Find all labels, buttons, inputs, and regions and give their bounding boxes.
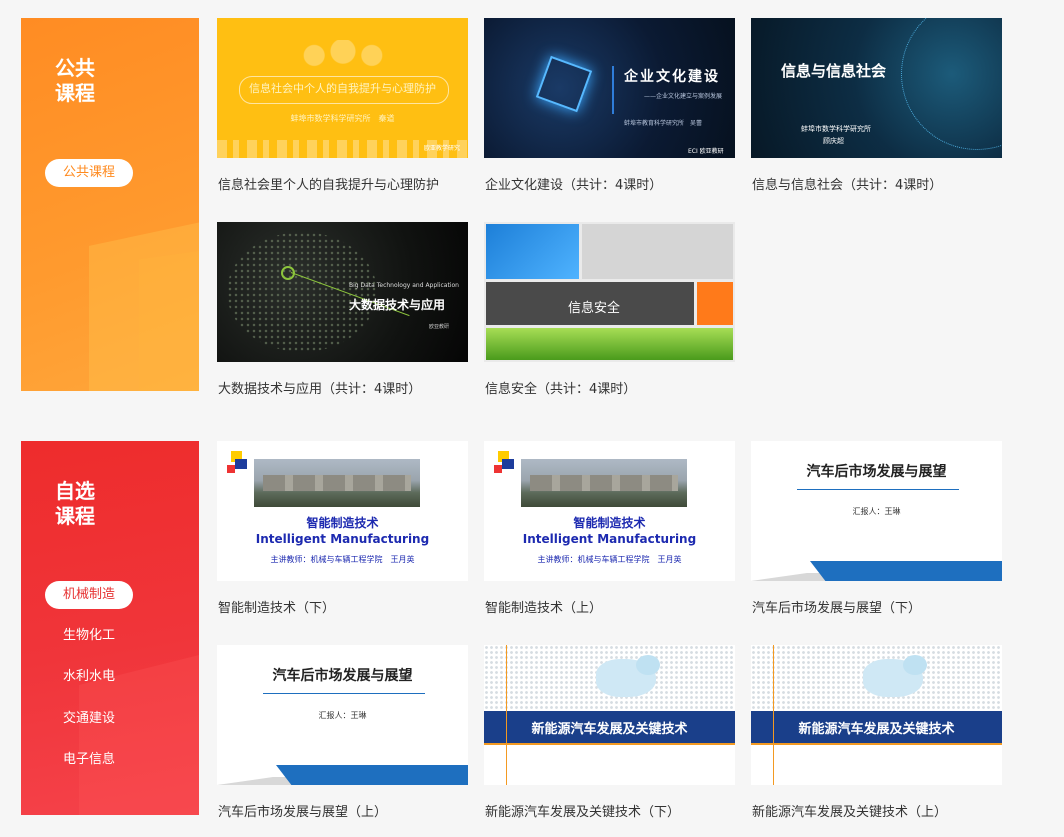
course-thumbnail[interactable]: 企业文化建设 ——企业文化建立与案例发展 蚌埠市教育科学研究所 吴蕾 ECI 欧… <box>484 18 735 158</box>
sidebar-decoration <box>139 242 199 391</box>
thumbnail-teacher: 主讲教师：机械与车辆工程学院 王月英 <box>270 555 415 564</box>
course-title[interactable]: 智能制造技术（上） <box>485 597 602 616</box>
thumbnail-title: 智能制造技术 <box>306 516 379 530</box>
course-title[interactable]: 汽车后市场发展与展望（上） <box>218 801 387 820</box>
section-title: 公共 课程 <box>55 56 115 106</box>
accent-line <box>506 645 507 785</box>
logo-mark-icon <box>227 465 235 473</box>
globe-icon <box>901 18 1002 150</box>
public-course-section: 公共 课程 公共课程 信息社会中个人的自我提升与心理防护 蚌埠市数学科学研究所 … <box>0 0 1064 410</box>
course-title[interactable]: 信息与信息社会（共计：4课时） <box>752 174 942 193</box>
accent-line <box>484 743 735 745</box>
campus-gate <box>530 475 678 491</box>
course-title[interactable]: 企业文化建设（共计：4课时） <box>485 174 662 193</box>
thumbnail-teacher: 主讲教师：机械与车辆工程学院 王月英 <box>537 555 682 564</box>
public-course-tab[interactable]: 公共课程 <box>45 159 133 187</box>
thumbnail-title: 智能制造技术 <box>573 516 646 530</box>
thumbnail-title: 信息社会中个人的自我提升与心理防护 <box>249 82 436 95</box>
title-rule <box>263 693 425 694</box>
thumbnail-logo: 欧亚教研 <box>429 324 450 330</box>
course-thumbnail[interactable]: 汽车后市场发展与展望 汇报人：王琳 <box>751 441 1002 581</box>
slide-decoration <box>751 573 831 581</box>
thumbnail-subtitle: 蚌埠市数学科学研究所 <box>801 125 871 133</box>
thumbnail-title: 企业文化建设 <box>624 69 720 85</box>
divider <box>612 66 614 114</box>
accent-line <box>751 743 1002 745</box>
course-title[interactable]: 信息安全（共计：4课时） <box>485 378 636 397</box>
slide-decoration <box>217 777 297 785</box>
map-highlight <box>903 655 927 675</box>
course-thumbnail[interactable]: 信息与信息社会 蚌埠市数学科学研究所 顾庆超 <box>751 18 1002 158</box>
thumbnail-title: 新能源汽车发展及关键技术 <box>798 722 955 737</box>
thumbnail-author: 蚌埠市教育科学研究所 吴蕾 <box>624 120 703 127</box>
course-thumbnail[interactable]: 智能制造技术 Intelligent Manufacturing 主讲教师：机械… <box>217 441 468 581</box>
course-title[interactable]: 智能制造技术（下） <box>218 597 335 616</box>
section-title-line: 课程 <box>55 504 95 528</box>
thumbnail-reporter: 汇报人：王琳 <box>852 507 901 516</box>
thumbnail-subtitle: 蚌埠市数学科学研究所 秦道 <box>290 114 395 123</box>
slide-decoration <box>276 765 468 785</box>
public-course-sidebar: 公共 课程 公共课程 <box>21 18 199 391</box>
category-tab[interactable]: 生物化工 <box>45 622 133 650</box>
course-title[interactable]: 汽车后市场发展与展望（下） <box>752 597 921 616</box>
course-thumbnail[interactable]: Big Data Technology and Application 大数据技… <box>217 222 468 362</box>
category-tab[interactable]: 电子信息 <box>45 746 133 774</box>
accent-line <box>773 645 774 785</box>
category-tab[interactable]: 交通建设 <box>45 705 133 733</box>
course-title[interactable]: 信息社会里个人的自我提升与心理防护 <box>218 174 439 193</box>
thumbnail-en-title: Intelligent Manufacturing <box>255 532 430 546</box>
thumbnail-title: 汽车后市场发展与展望 <box>806 464 947 480</box>
category-tab[interactable]: 水利水电 <box>45 663 133 691</box>
section-title-line: 自选 <box>55 479 95 503</box>
section-title-line: 课程 <box>55 81 95 105</box>
world-map-dots <box>227 232 377 352</box>
logo-mark-icon <box>235 459 247 469</box>
thumbnail-logo: ECI 欧亚教研 <box>688 148 724 155</box>
thumbnail-en-title: Intelligent Manufacturing <box>522 532 697 546</box>
chip-icon <box>535 55 593 113</box>
course-thumbnail[interactable]: 新能源汽车发展及关键技术 <box>484 645 735 785</box>
course-thumbnail[interactable]: 新能源汽车发展及关键技术 <box>751 645 1002 785</box>
people-icon <box>295 40 391 68</box>
tile-grey <box>582 224 733 279</box>
thumbnail-en-title: Big Data Technology and Application <box>349 282 459 289</box>
thumbnail-title: 信息安全 <box>568 301 621 316</box>
tile-grass <box>486 328 733 360</box>
thumbnail-logo: 欧亚教学研究 <box>423 145 460 152</box>
thumbnail-title: 新能源汽车发展及关键技术 <box>531 722 688 737</box>
course-thumbnail[interactable]: 智能制造技术 Intelligent Manufacturing 主讲教师：机械… <box>484 441 735 581</box>
section-title-line: 公共 <box>55 56 95 80</box>
map-highlight <box>636 655 660 675</box>
logo-mark-icon <box>494 465 502 473</box>
campus-gate <box>263 475 411 491</box>
tile-orange <box>697 282 733 325</box>
course-thumbnail[interactable]: 信息安全 <box>484 222 735 362</box>
elective-course-section: 自选 课程 机械制造 生物化工 水利水电 交通建设 电子信息 智能制造技术 In… <box>0 422 1064 837</box>
tile-blue <box>486 224 579 279</box>
course-thumbnail[interactable]: 信息社会中个人的自我提升与心理防护 蚌埠市数学科学研究所 秦道 欧亚教学研究 <box>217 18 468 158</box>
thumbnail-title: 大数据技术与应用 <box>349 298 446 312</box>
logo-mark-icon <box>502 459 514 469</box>
course-title[interactable]: 新能源汽车发展及关键技术（下） <box>485 801 680 820</box>
course-title[interactable]: 大数据技术与应用（共计：4课时） <box>218 378 421 397</box>
thumbnail-title: 汽车后市场发展与展望 <box>272 668 413 684</box>
thumbnail-title: 信息与信息社会 <box>781 62 887 80</box>
course-thumbnail[interactable]: 汽车后市场发展与展望 汇报人：王琳 <box>217 645 468 785</box>
course-title[interactable]: 新能源汽车发展及关键技术（上） <box>752 801 947 820</box>
slide-decoration <box>810 561 1002 581</box>
section-title: 自选 课程 <box>55 479 115 529</box>
thumbnail-reporter: 汇报人：王琳 <box>318 711 367 720</box>
thumbnail-subtitle: ——企业文化建立与案例发展 <box>644 93 723 100</box>
title-rule <box>797 489 959 490</box>
thumbnail-author: 顾庆超 <box>823 137 844 145</box>
elective-course-sidebar: 自选 课程 机械制造 生物化工 水利水电 交通建设 电子信息 <box>21 441 199 815</box>
category-tab-active[interactable]: 机械制造 <box>45 581 133 609</box>
